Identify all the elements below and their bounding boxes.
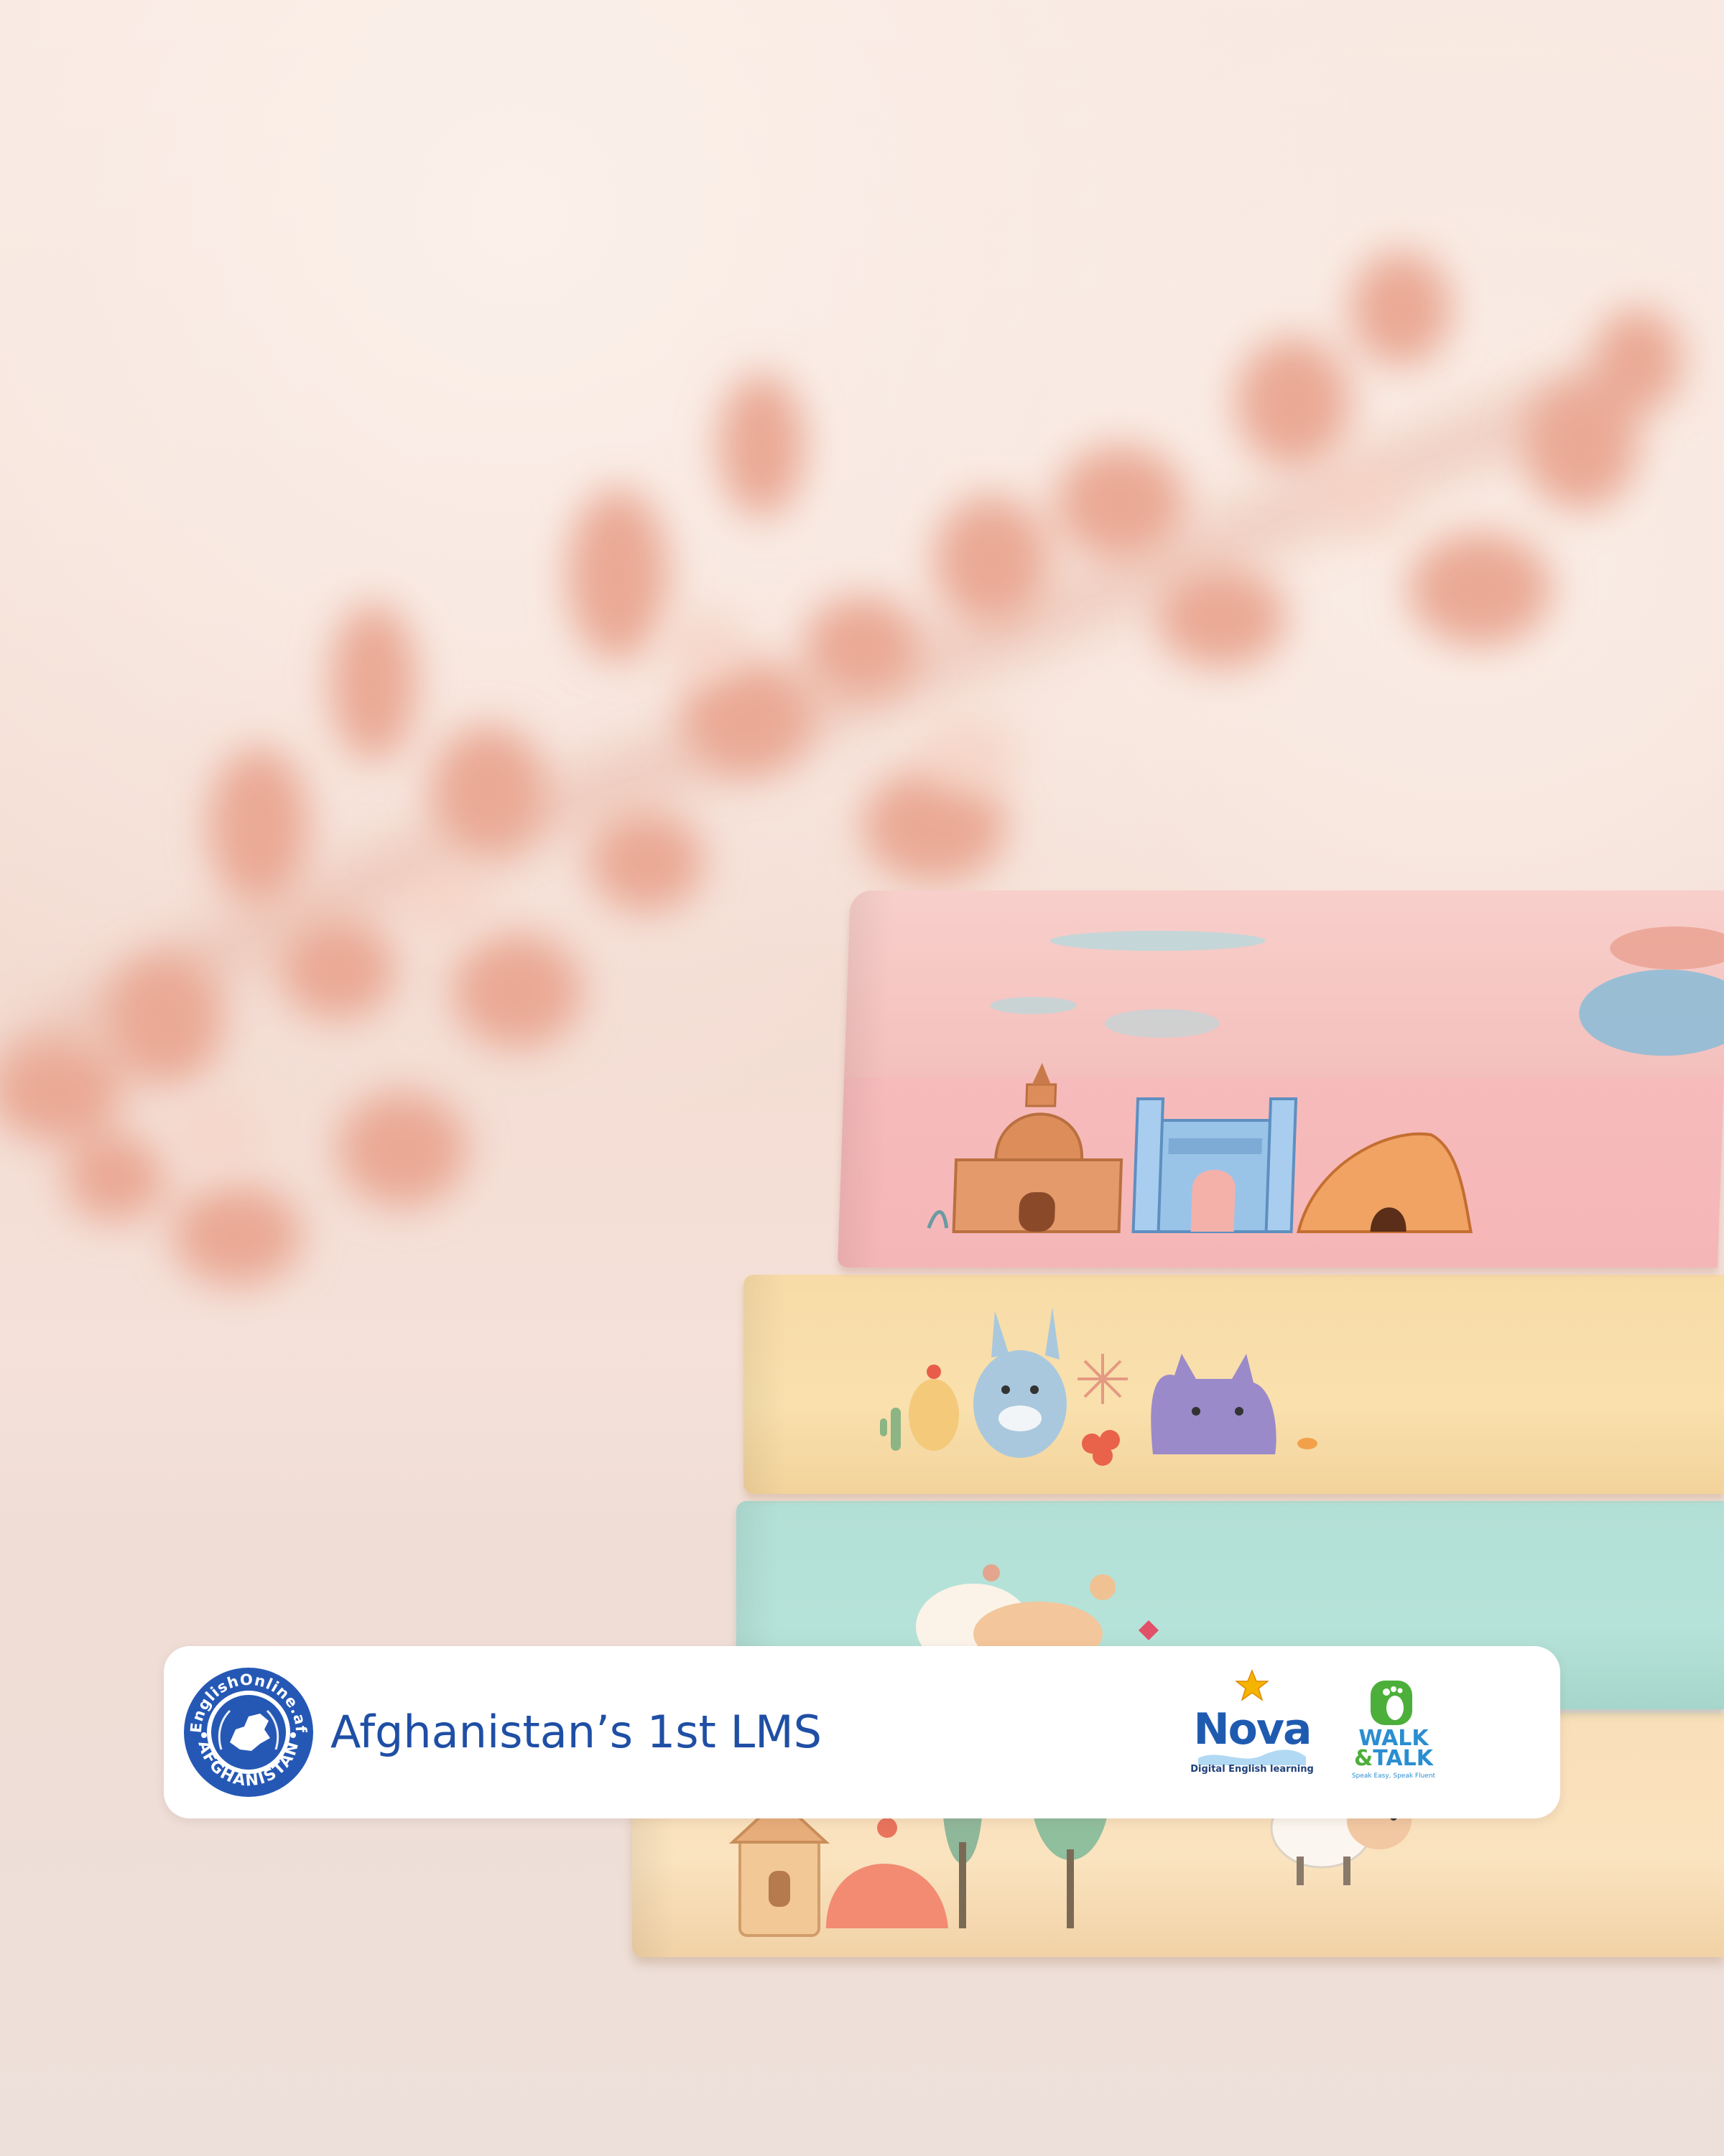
englishonline-seal-logo: EnglishOnline.af AFGHANISTAN: [182, 1665, 315, 1799]
talk-wordmark: &TALK: [1336, 1748, 1451, 1770]
walk-ampersand: &: [1354, 1746, 1373, 1771]
nova-subtitle: Digital English learning: [1190, 1764, 1314, 1775]
star-icon: [1236, 1669, 1269, 1701]
walk-and-talk-subtitle: Speak Easy, Speak Fluent: [1351, 1772, 1436, 1780]
book-pink: [837, 891, 1724, 1268]
book-pink-illustrations: [927, 926, 1724, 1233]
photo-scene: EnglishOnline.af AFGHANISTAN Afghanistan…: [0, 0, 1724, 2156]
book-yellow-illustrations: [880, 1307, 1317, 1466]
brand-banner: EnglishOnline.af AFGHANISTAN Afghanistan…: [164, 1646, 1560, 1818]
nova-logo: Nova Digital English learning: [1184, 1669, 1320, 1798]
talk-word: TALK: [1373, 1746, 1433, 1771]
footprint-icon: [1371, 1681, 1412, 1725]
walk-and-talk-logo: WALK &TALK Speak Easy, Speak Fluent: [1336, 1678, 1451, 1793]
wave-icon: [1198, 1750, 1306, 1765]
nova-wordmark: Nova: [1193, 1704, 1312, 1755]
banner-tagline: Afghanistan’s 1st LMS: [330, 1706, 822, 1758]
book-yellow: [743, 1275, 1724, 1494]
